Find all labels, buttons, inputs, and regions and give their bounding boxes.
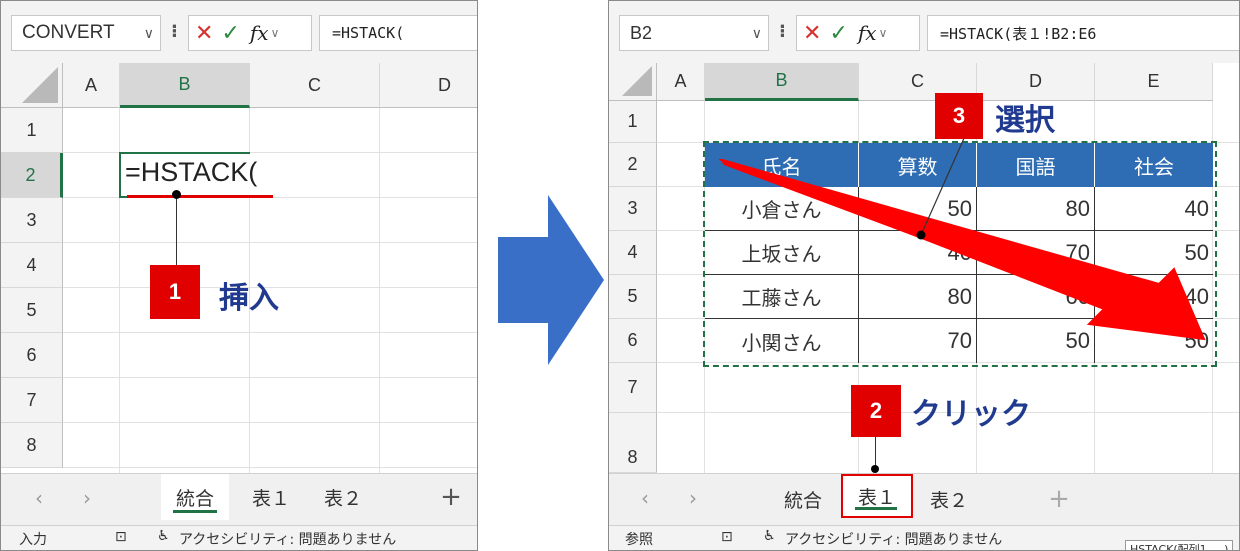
tab-表1[interactable]: 表１: [841, 474, 913, 518]
arrow-right-icon: [498, 195, 604, 365]
callout-1-badge: 1: [150, 265, 200, 319]
tab-表1[interactable]: 表１: [237, 474, 305, 520]
scroll-left-icon[interactable]: ‹: [641, 486, 649, 510]
accessibility-status[interactable]: アクセシビリティ: 問題ありません: [785, 529, 1002, 549]
row-header-2[interactable]: 2: [609, 143, 657, 187]
active-tab-underline: [173, 510, 217, 513]
chevron-down-icon[interactable]: ∨: [144, 25, 154, 42]
row-header-4[interactable]: 4: [609, 231, 657, 275]
name-box-value: CONVERT: [22, 22, 115, 43]
tab-統合[interactable]: 統合: [161, 474, 229, 520]
sheet-tab-bar: ‹ › 統合 表１ 表２ +: [1, 473, 477, 526]
select-all-corner[interactable]: [609, 63, 657, 101]
formula-input[interactable]: =HSTACK(: [319, 15, 477, 51]
formula-buttons: ✕ ✓ fx ∨: [188, 15, 312, 51]
macro-record-icon[interactable]: ⊡: [721, 529, 733, 545]
formula-underline: [127, 195, 273, 198]
formula-bar: CONVERT ∨ ⁝ ✕ ✓ fx ∨ =HSTACK(: [1, 1, 477, 64]
name-box[interactable]: CONVERT ∨: [11, 15, 161, 51]
add-sheet-button[interactable]: +: [1039, 476, 1079, 522]
col-header-b[interactable]: B: [120, 63, 250, 108]
row-header-4[interactable]: 4: [1, 243, 63, 288]
scroll-left-icon[interactable]: ‹: [35, 486, 43, 510]
macro-record-icon[interactable]: ⊡: [115, 529, 127, 545]
formula-input[interactable]: =HSTACK(表１!B2:E6: [927, 15, 1239, 51]
name-box-value: B2: [630, 22, 653, 43]
row-header-7[interactable]: 7: [1, 378, 63, 423]
status-mode: 参照: [625, 532, 653, 548]
col-header-c[interactable]: C: [250, 63, 380, 108]
row-header-3[interactable]: 3: [609, 187, 657, 231]
callout-2-dot: [871, 465, 879, 473]
add-sheet-button[interactable]: +: [431, 474, 471, 520]
callout-1-leader: [176, 195, 177, 267]
callout-3-label: 選択: [995, 103, 1055, 138]
col-header-b[interactable]: B: [705, 63, 859, 101]
status-bar: 参照 ⊡ ♿ アクセシビリティ: 問題ありません HSTACK(配列1, ...…: [609, 525, 1239, 550]
status-mode: 入力: [19, 532, 47, 548]
left-excel-panel: CONVERT ∨ ⁝ ✕ ✓ fx ∨ =HSTACK( A B C D 1 …: [0, 0, 478, 551]
row-header-1[interactable]: 1: [609, 101, 657, 143]
enter-check-icon[interactable]: ✓: [829, 21, 847, 46]
accessibility-status[interactable]: アクセシビリティ: 問題ありません: [179, 529, 396, 549]
status-bar: 入力 ⊡ ♿ アクセシビリティ: 問題ありません: [1, 525, 477, 550]
sheet-tab-bar: ‹ › 統合 表１ 表２ +: [609, 473, 1239, 526]
formula-buttons: ✕ ✓ fx ∨: [796, 15, 920, 51]
formula-bar: B2 ∨ ⁝ ✕ ✓ fx ∨ =HSTACK(表１!B2:E6: [609, 1, 1239, 64]
more-options-icon[interactable]: ⁝: [779, 21, 786, 42]
accessibility-icon[interactable]: ♿: [157, 528, 170, 544]
worksheet-grid: A B C D 1 2 3 4 5 6 7 8 =HSTACK(: [1, 63, 477, 473]
scroll-right-icon[interactable]: ›: [83, 486, 91, 510]
callout-3-badge: 3: [935, 93, 983, 139]
more-options-icon[interactable]: ⁝: [171, 21, 178, 42]
right-excel-panel: B2 ∨ ⁝ ✕ ✓ fx ∨ =HSTACK(表１!B2:E6 A B C D…: [608, 0, 1240, 551]
cell-b2-formula: =HSTACK(: [125, 157, 258, 187]
col-header-a[interactable]: A: [63, 63, 120, 108]
callout-2-leader: [875, 437, 876, 467]
row-header-1[interactable]: 1: [1, 108, 63, 153]
col-header-e[interactable]: E: [1095, 63, 1213, 101]
enter-check-icon[interactable]: ✓: [221, 21, 239, 46]
chevron-down-icon[interactable]: ∨: [879, 26, 888, 40]
insert-function-icon[interactable]: fx: [858, 21, 877, 45]
callout-2-badge: 2: [851, 385, 901, 437]
col-header-d[interactable]: D: [380, 63, 477, 108]
tab-表2[interactable]: 表２: [915, 476, 983, 522]
tab-統合[interactable]: 統合: [769, 476, 837, 522]
col-header-a[interactable]: A: [657, 63, 705, 101]
row-header-6[interactable]: 6: [609, 319, 657, 363]
name-box[interactable]: B2 ∨: [619, 15, 769, 51]
row-header-3[interactable]: 3: [1, 198, 63, 243]
callout-3-leader: [916, 126, 970, 240]
row-header-8[interactable]: 8: [1, 423, 63, 468]
select-all-corner[interactable]: [1, 63, 63, 108]
row-header-8[interactable]: 8: [609, 413, 657, 473]
row-header-5[interactable]: 5: [609, 275, 657, 319]
formula-text: =HSTACK(: [332, 24, 405, 42]
formula-text: =HSTACK(表１!B2:E6: [940, 24, 1097, 43]
chevron-down-icon[interactable]: ∨: [271, 26, 280, 40]
accessibility-icon[interactable]: ♿: [763, 528, 776, 544]
callout-1-dot: [172, 190, 181, 199]
cancel-icon[interactable]: ✕: [195, 21, 213, 46]
function-tooltip: HSTACK(配列1, ...): [1125, 540, 1234, 550]
chevron-down-icon[interactable]: ∨: [752, 25, 762, 42]
callout-1-label: 挿入: [219, 281, 279, 316]
callout-2-label: クリック: [911, 397, 1031, 432]
scroll-right-icon[interactable]: ›: [689, 486, 697, 510]
insert-function-icon[interactable]: fx: [250, 21, 269, 45]
row-header-2[interactable]: 2: [1, 153, 63, 198]
row-header-5[interactable]: 5: [1, 288, 63, 333]
tab-表2[interactable]: 表２: [309, 474, 377, 520]
cancel-icon[interactable]: ✕: [803, 21, 821, 46]
row-header-6[interactable]: 6: [1, 333, 63, 378]
row-header-7[interactable]: 7: [609, 363, 657, 413]
active-tab-underline: [855, 507, 897, 510]
